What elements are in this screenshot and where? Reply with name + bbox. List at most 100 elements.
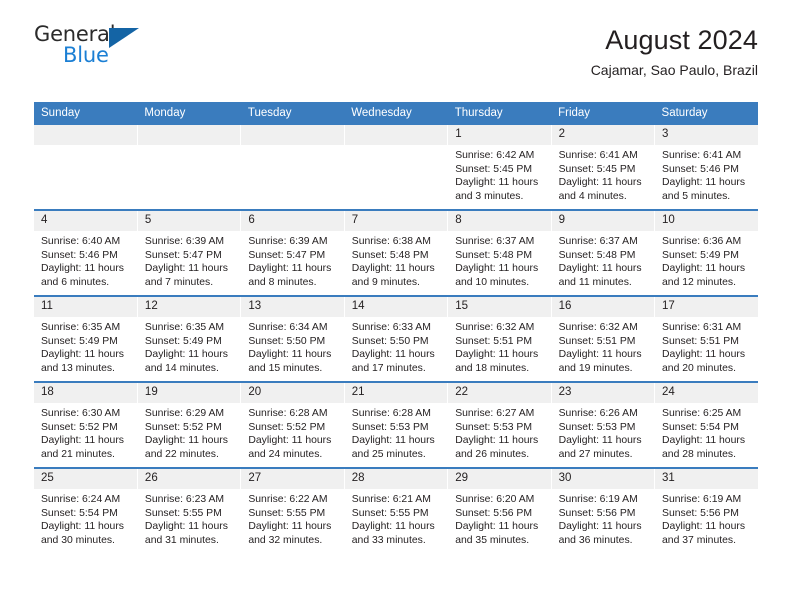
day-number: 15 bbox=[448, 297, 551, 318]
daylight-text-line2: and 9 minutes. bbox=[351, 277, 420, 288]
calendar-day-cell[interactable]: 17 Sunrise: 6:31 AM Sunset: 5:51 PM Dayligh… bbox=[654, 295, 758, 382]
daylight-text-line2: and 7 minutes. bbox=[144, 277, 214, 288]
logo-triangle-icon bbox=[109, 28, 139, 48]
calendar-day-cell[interactable]: 21 Sunrise: 6:28 AM Sunset: 5:53 PM Dayligh… bbox=[344, 381, 449, 468]
calendar-day-cell[interactable]: 13 Sunrise: 6:34 AM Sunset: 5:50 PM Dayligh… bbox=[240, 295, 345, 382]
sunrise-text: Sunrise: 6:24 AM bbox=[41, 494, 121, 506]
sunset-text: Sunset: 5:51 PM bbox=[558, 335, 636, 347]
calendar-day-cell[interactable]: 10 Sunrise: 6:36 AM Sunset: 5:49 PM Dayligh… bbox=[654, 209, 758, 296]
daylight-text-line2: and 31 minutes. bbox=[144, 535, 219, 546]
calendar-day-cell[interactable]: 29 Sunrise: 6:20 AM Sunset: 5:56 PM Dayligh… bbox=[447, 467, 552, 553]
sunrise-text: Sunrise: 6:34 AM bbox=[248, 322, 328, 334]
daylight-text-line1: Daylight: 11 hours bbox=[144, 521, 228, 533]
calendar-day-cell[interactable]: 4 Sunrise: 6:40 AM Sunset: 5:46 PM Daylight… bbox=[34, 209, 138, 296]
calendar-page: General Blue August 2024 Cajamar, Sao Pa… bbox=[0, 0, 792, 612]
daylight-text-line1: Daylight: 11 hours bbox=[144, 435, 228, 447]
sunrise-text: Sunrise: 6:39 AM bbox=[144, 236, 225, 248]
daylight-text-line1: Daylight: 11 hours bbox=[558, 263, 642, 275]
calendar-day-cell[interactable]: 8 Sunrise: 6:37 AM Sunset: 5:48 PM Daylight… bbox=[447, 209, 552, 296]
calendar-day-cell-empty bbox=[34, 125, 138, 210]
day-details: Sunrise: 6:30 AM Sunset: 5:52 PM Daylight:… bbox=[34, 403, 137, 461]
calendar-day-cell[interactable]: 25 Sunrise: 6:24 AM Sunset: 5:54 PM Dayligh… bbox=[34, 467, 138, 553]
calendar-day-cell[interactable]: 2 Sunrise: 6:41 AM Sunset: 5:45 PM Daylight… bbox=[551, 125, 656, 210]
daylight-text-line2: and 12 minutes. bbox=[662, 277, 736, 288]
calendar-day-cell[interactable]: 19 Sunrise: 6:29 AM Sunset: 5:52 PM Dayligh… bbox=[137, 381, 242, 468]
day-number: 28 bbox=[344, 469, 448, 490]
daylight-text-line2: and 25 minutes. bbox=[351, 449, 426, 460]
daylight-text-line1: Daylight: 11 hours bbox=[351, 435, 435, 447]
day-details: Sunrise: 6:39 AM Sunset: 5:47 PM Daylight:… bbox=[138, 231, 240, 289]
sunrise-text: Sunrise: 6:22 AM bbox=[248, 494, 328, 506]
calendar-week-row: 11 Sunrise: 6:35 AM Sunset: 5:49 PM Dayligh… bbox=[34, 295, 758, 382]
daylight-text-line1: Daylight: 11 hours bbox=[41, 521, 124, 533]
calendar-day-cell-empty bbox=[137, 125, 242, 210]
sunset-text: Sunset: 5:52 PM bbox=[248, 421, 326, 433]
sunrise-text: Sunrise: 6:37 AM bbox=[455, 236, 535, 248]
day-number: 27 bbox=[241, 469, 344, 490]
day-details: Sunrise: 6:25 AM Sunset: 5:54 PM Daylight:… bbox=[655, 403, 758, 461]
daylight-text-line2: and 33 minutes. bbox=[351, 535, 426, 546]
daylight-text-line2: and 37 minutes. bbox=[662, 535, 736, 546]
day-number: 17 bbox=[655, 297, 758, 318]
calendar-day-cell[interactable]: 23 Sunrise: 6:26 AM Sunset: 5:53 PM Dayligh… bbox=[551, 381, 656, 468]
daylight-text-line1: Daylight: 11 hours bbox=[455, 349, 539, 361]
day-details: Sunrise: 6:35 AM Sunset: 5:49 PM Daylight:… bbox=[138, 317, 240, 375]
calendar-day-cell[interactable]: 12 Sunrise: 6:35 AM Sunset: 5:49 PM Dayligh… bbox=[137, 295, 242, 382]
calendar-day-cell[interactable]: 26 Sunrise: 6:23 AM Sunset: 5:55 PM Dayligh… bbox=[137, 467, 242, 553]
daylight-text-line2: and 5 minutes. bbox=[662, 191, 731, 202]
sunrise-text: Sunrise: 6:36 AM bbox=[662, 236, 742, 248]
calendar-day-cell[interactable]: 15 Sunrise: 6:32 AM Sunset: 5:51 PM Dayligh… bbox=[447, 295, 552, 382]
daylight-text-line2: and 11 minutes. bbox=[558, 277, 632, 288]
calendar-day-cell[interactable]: 31 Sunrise: 6:19 AM Sunset: 5:56 PM Dayligh… bbox=[654, 467, 758, 553]
calendar-day-cell[interactable]: 7 Sunrise: 6:38 AM Sunset: 5:48 PM Daylight… bbox=[344, 209, 449, 296]
calendar-day-cell[interactable]: 9 Sunrise: 6:37 AM Sunset: 5:48 PM Daylight… bbox=[551, 209, 656, 296]
day-details: Sunrise: 6:26 AM Sunset: 5:53 PM Daylight:… bbox=[552, 403, 654, 461]
day-details: Sunrise: 6:23 AM Sunset: 5:55 PM Daylight:… bbox=[138, 489, 240, 547]
daylight-text-line2: and 35 minutes. bbox=[455, 535, 530, 546]
daylight-text-line1: Daylight: 11 hours bbox=[455, 177, 539, 189]
daylight-text-line1: Daylight: 11 hours bbox=[662, 177, 746, 189]
sunrise-text: Sunrise: 6:27 AM bbox=[455, 408, 535, 420]
daylight-text-line1: Daylight: 11 hours bbox=[351, 521, 435, 533]
sunrise-text: Sunrise: 6:35 AM bbox=[41, 322, 121, 334]
day-details: Sunrise: 6:24 AM Sunset: 5:54 PM Daylight:… bbox=[34, 489, 137, 547]
calendar-day-cell[interactable]: 22 Sunrise: 6:27 AM Sunset: 5:53 PM Dayligh… bbox=[447, 381, 552, 468]
calendar-day-cell[interactable]: 27 Sunrise: 6:22 AM Sunset: 5:55 PM Dayligh… bbox=[240, 467, 345, 553]
sunrise-text: Sunrise: 6:30 AM bbox=[41, 408, 121, 420]
calendar-day-cell[interactable]: 14 Sunrise: 6:33 AM Sunset: 5:50 PM Dayligh… bbox=[344, 295, 449, 382]
calendar-day-cell[interactable]: 20 Sunrise: 6:28 AM Sunset: 5:52 PM Dayligh… bbox=[240, 381, 345, 468]
calendar-day-cell[interactable]: 24 Sunrise: 6:25 AM Sunset: 5:54 PM Dayligh… bbox=[654, 381, 758, 468]
day-number bbox=[137, 125, 241, 145]
daylight-text-line1: Daylight: 11 hours bbox=[558, 435, 642, 447]
day-number: 7 bbox=[344, 211, 448, 232]
day-details: Sunrise: 6:20 AM Sunset: 5:56 PM Daylight:… bbox=[448, 489, 550, 547]
sunset-text: Sunset: 5:45 PM bbox=[558, 163, 636, 175]
calendar-day-cell[interactable]: 18 Sunrise: 6:30 AM Sunset: 5:52 PM Dayligh… bbox=[34, 381, 138, 468]
daylight-text-line1: Daylight: 11 hours bbox=[351, 263, 435, 275]
sunset-text: Sunset: 5:55 PM bbox=[351, 507, 429, 519]
calendar-day-cell[interactable]: 11 Sunrise: 6:35 AM Sunset: 5:49 PM Dayligh… bbox=[34, 295, 138, 382]
day-details: Sunrise: 6:19 AM Sunset: 5:56 PM Daylight:… bbox=[552, 489, 654, 547]
day-number bbox=[241, 125, 344, 145]
general-blue-logo[interactable]: General Blue bbox=[34, 24, 154, 76]
day-details: Sunrise: 6:27 AM Sunset: 5:53 PM Daylight:… bbox=[448, 403, 550, 461]
calendar-day-cell[interactable]: 6 Sunrise: 6:39 AM Sunset: 5:47 PM Daylight… bbox=[240, 209, 345, 296]
calendar-day-cell[interactable]: 16 Sunrise: 6:32 AM Sunset: 5:51 PM Dayligh… bbox=[551, 295, 656, 382]
day-number: 3 bbox=[655, 125, 758, 146]
day-number: 1 bbox=[448, 125, 551, 146]
calendar-day-cell[interactable]: 1 Sunrise: 6:42 AM Sunset: 5:45 PM Daylight… bbox=[447, 125, 552, 210]
day-details: Sunrise: 6:40 AM Sunset: 5:46 PM Daylight:… bbox=[34, 231, 137, 289]
day-number: 29 bbox=[448, 469, 551, 490]
calendar-day-cell[interactable]: 3 Sunrise: 6:41 AM Sunset: 5:46 PM Daylight… bbox=[654, 125, 758, 210]
daylight-text-line1: Daylight: 11 hours bbox=[144, 349, 228, 361]
sunrise-text: Sunrise: 6:21 AM bbox=[351, 494, 431, 506]
calendar-day-cell[interactable]: 5 Sunrise: 6:39 AM Sunset: 5:47 PM Daylight… bbox=[137, 209, 242, 296]
calendar-day-cell[interactable]: 28 Sunrise: 6:21 AM Sunset: 5:55 PM Dayligh… bbox=[344, 467, 449, 553]
sunset-text: Sunset: 5:46 PM bbox=[41, 249, 118, 261]
day-details: Sunrise: 6:39 AM Sunset: 5:47 PM Daylight:… bbox=[241, 231, 343, 289]
day-details: Sunrise: 6:42 AM Sunset: 5:45 PM Daylight:… bbox=[448, 145, 550, 203]
calendar-week-row: 18 Sunrise: 6:30 AM Sunset: 5:52 PM Dayligh… bbox=[34, 381, 758, 468]
daylight-text-line1: Daylight: 11 hours bbox=[41, 435, 124, 447]
calendar-day-cell[interactable]: 30 Sunrise: 6:19 AM Sunset: 5:56 PM Dayligh… bbox=[551, 467, 656, 553]
day-details: Sunrise: 6:33 AM Sunset: 5:50 PM Daylight:… bbox=[345, 317, 447, 375]
